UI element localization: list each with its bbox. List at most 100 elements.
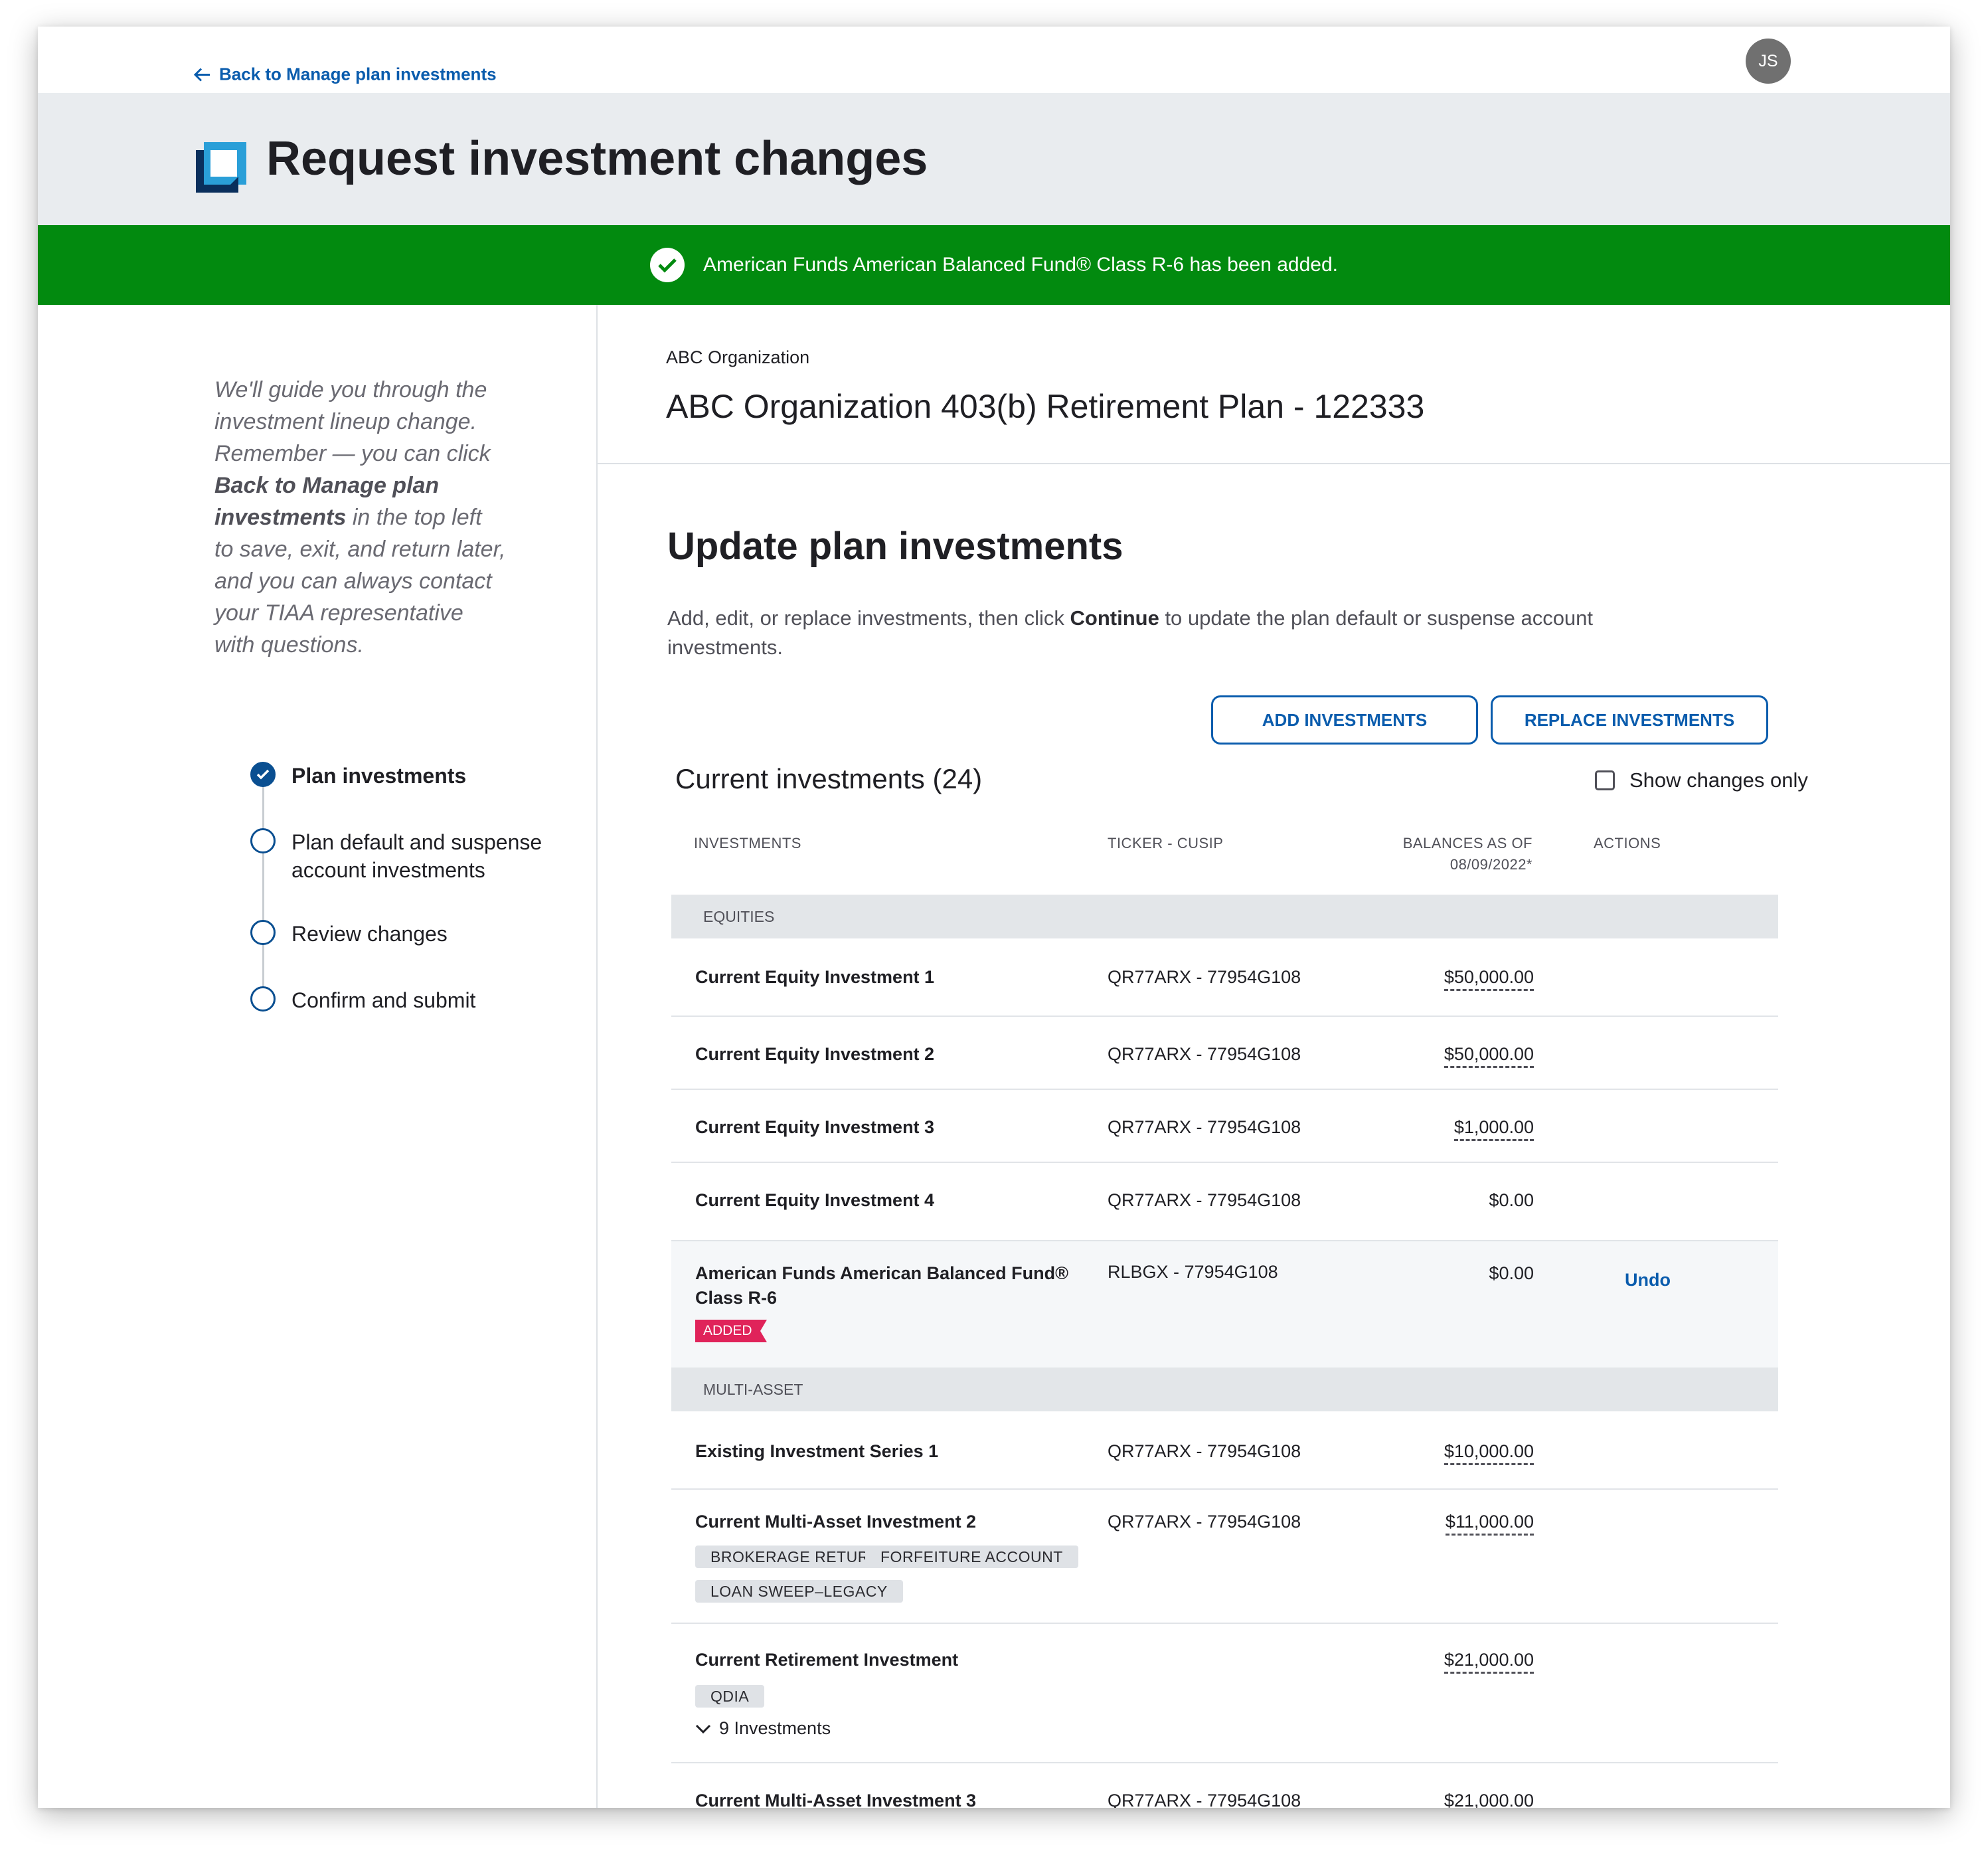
organization-name: ABC Organization [666, 347, 810, 367]
stepper-line [262, 775, 264, 1009]
brand-logo-icon [196, 142, 246, 193]
group-label: EQUITIES [703, 907, 775, 925]
undo-button[interactable]: Undo [1625, 1268, 1671, 1292]
balance-value: $50,000.00 [1444, 1044, 1534, 1068]
show-changes-checkbox[interactable] [1595, 770, 1615, 790]
guide-text-part: We'll guide you through the investment l… [214, 377, 491, 466]
ticker-cusip: QR77ARX - 77954G108 [1108, 1512, 1301, 1532]
ticker-cusip: QR77ARX - 77954G108 [1108, 967, 1301, 987]
expander-label: 9 Investments [719, 1718, 831, 1738]
empty-circle-icon [250, 828, 276, 853]
main-content: ABC Organization ABC Organization 403(b)… [598, 305, 1950, 1808]
header-balances-line2: 08/09/2022* [1450, 856, 1532, 873]
balance[interactable]: $50,000.00 [1444, 965, 1534, 991]
investment-name: Current Multi-Asset Investment 3 [695, 1791, 977, 1808]
group-header-multi-asset: MULTI-ASSET [671, 1368, 1778, 1411]
table-row: Current Equity Investment 4 QR77ARX - 77… [671, 1163, 1778, 1241]
ticker-cusip: QR77ARX - 77954G108 [1108, 1117, 1301, 1137]
group-header-equities: EQUITIES [671, 895, 1778, 938]
ticker-cusip: QR77ARX - 77954G108 [1108, 1190, 1301, 1210]
header-ticker[interactable]: TICKER - CUSIP [1108, 833, 1223, 854]
replace-investments-button[interactable]: REPLACE INVESTMENTS [1491, 695, 1768, 745]
table-row: Current Multi-Asset Investment 3 QR77ARX… [671, 1763, 1778, 1808]
balance-value: $1,000.00 [1453, 1117, 1534, 1141]
check-icon [250, 762, 276, 787]
balance-value: $11,000.00 [1445, 1512, 1534, 1536]
add-investments-button[interactable]: ADD INVESTMENTS [1211, 695, 1478, 745]
section-description: Add, edit, or replace investments, then … [667, 604, 1650, 662]
empty-circle-icon [250, 986, 276, 1012]
section-title: Update plan investments [667, 525, 1123, 568]
balance[interactable]: $11,000.00 [1445, 1510, 1534, 1536]
investment-name: American Funds American Balanced Fund® C… [695, 1263, 1069, 1308]
balance-value: $10,000.00 [1444, 1441, 1534, 1465]
tag-qdia: QDIA [695, 1685, 765, 1708]
header-investments[interactable]: INVESTMENTS [694, 833, 801, 854]
balance: $0.00 [1489, 1188, 1534, 1213]
group-label: MULTI-ASSET [703, 1380, 803, 1398]
step-label: Review changes [291, 922, 448, 946]
back-link-label: Back to Manage plan investments [219, 64, 497, 84]
balance-value: $21,000.00 [1444, 1791, 1534, 1808]
table-row: Current Equity Investment 1 QR77ARX - 77… [671, 938, 1778, 1017]
guide-text: We'll guide you through the investment l… [214, 374, 507, 661]
plan-name: ABC Organization 403(b) Retirement Plan … [666, 388, 1425, 425]
tag-loan-sweep-legacy: LOAN SWEEP–LEGACY [695, 1580, 903, 1603]
ticker-cusip: RLBGX - 77954G108 [1108, 1262, 1278, 1282]
expand-investments-toggle[interactable]: 9 Investments [695, 1718, 831, 1739]
investment-name: Current Equity Investment 4 [695, 1190, 935, 1210]
header-balances[interactable]: BALANCES AS OF 08/09/2022* [1327, 833, 1532, 875]
ticker-cusip: QR77ARX - 77954G108 [1108, 1044, 1301, 1064]
balance: $0.00 [1489, 1261, 1534, 1286]
success-banner: American Funds American Balanced Fund® C… [38, 225, 1950, 305]
step-label: Confirm and submit [291, 988, 476, 1012]
investment-name: Current Equity Investment 3 [695, 1117, 935, 1137]
chevron-down-icon [695, 1724, 711, 1733]
table-row: Current Equity Investment 3 QR77ARX - 77… [671, 1090, 1778, 1163]
investment-name: Current Equity Investment 1 [695, 967, 935, 987]
balance[interactable]: $1,000.00 [1453, 1115, 1534, 1141]
step-confirm-submit[interactable]: Confirm and submit [237, 986, 570, 1014]
page-title: Request investment changes [266, 132, 928, 185]
current-investments-title: Current investments (24) [675, 763, 983, 794]
app-window: Back to Manage plan investments JS Reque… [38, 27, 1950, 1808]
tag-forfeiture-account: FORFEITURE ACCOUNT [865, 1546, 1078, 1568]
table-row-added: American Funds American Balanced Fund® C… [671, 1241, 1778, 1368]
balance-value: $21,000.00 [1444, 1650, 1534, 1674]
header-balances-line1: BALANCES AS OF [1402, 835, 1532, 851]
table-row: Existing Investment Series 1 QR77ARX - 7… [671, 1411, 1778, 1490]
balance[interactable]: $21,000.00 [1444, 1789, 1534, 1808]
avatar[interactable]: JS [1746, 39, 1791, 84]
investment-name: Existing Investment Series 1 [695, 1441, 939, 1461]
back-link[interactable]: Back to Manage plan investments [194, 64, 497, 85]
investment-name: Current Multi-Asset Investment 2 [695, 1512, 977, 1532]
empty-circle-icon [250, 920, 276, 945]
top-bar: Back to Manage plan investments JS [38, 27, 1950, 93]
step-plan-investments[interactable]: Plan investments [237, 762, 570, 790]
balance[interactable]: $50,000.00 [1444, 1042, 1534, 1068]
balance-value: $0.00 [1489, 1263, 1534, 1283]
step-review-changes[interactable]: Review changes [237, 920, 570, 948]
page-header: Request investment changes [38, 93, 1950, 225]
balance[interactable]: $10,000.00 [1444, 1439, 1534, 1465]
table-row: Current Equity Investment 2 QR77ARX - 77… [671, 1017, 1778, 1090]
step-label: Plan default and suspense account invest… [291, 830, 542, 882]
show-changes-toggle[interactable]: Show changes only [1595, 768, 1808, 792]
investment-name: Current Retirement Investment [695, 1650, 959, 1670]
balance-value: $0.00 [1489, 1190, 1534, 1210]
table-row: Current Retirement Investment QDIA 9 Inv… [671, 1624, 1778, 1763]
balance[interactable]: $21,000.00 [1444, 1648, 1534, 1674]
table-row: Current Multi-Asset Investment 2 BROKERA… [671, 1490, 1778, 1624]
added-badge: ADDED [695, 1320, 766, 1342]
arrow-left-icon [194, 67, 210, 82]
show-changes-label: Show changes only [1629, 768, 1808, 792]
header-actions: ACTIONS [1594, 835, 1661, 851]
description-continue: Continue [1070, 606, 1159, 630]
table-header: INVESTMENTS TICKER - CUSIP BALANCES AS O… [598, 833, 1950, 886]
step-label: Plan investments [291, 764, 467, 788]
progress-stepper: Plan investments Plan default and suspen… [237, 762, 582, 1027]
check-circle-icon [650, 248, 685, 282]
step-plan-default[interactable]: Plan default and suspense account invest… [237, 828, 570, 884]
ticker-cusip: QR77ARX - 77954G108 [1108, 1441, 1301, 1461]
balance-value: $50,000.00 [1444, 967, 1534, 991]
